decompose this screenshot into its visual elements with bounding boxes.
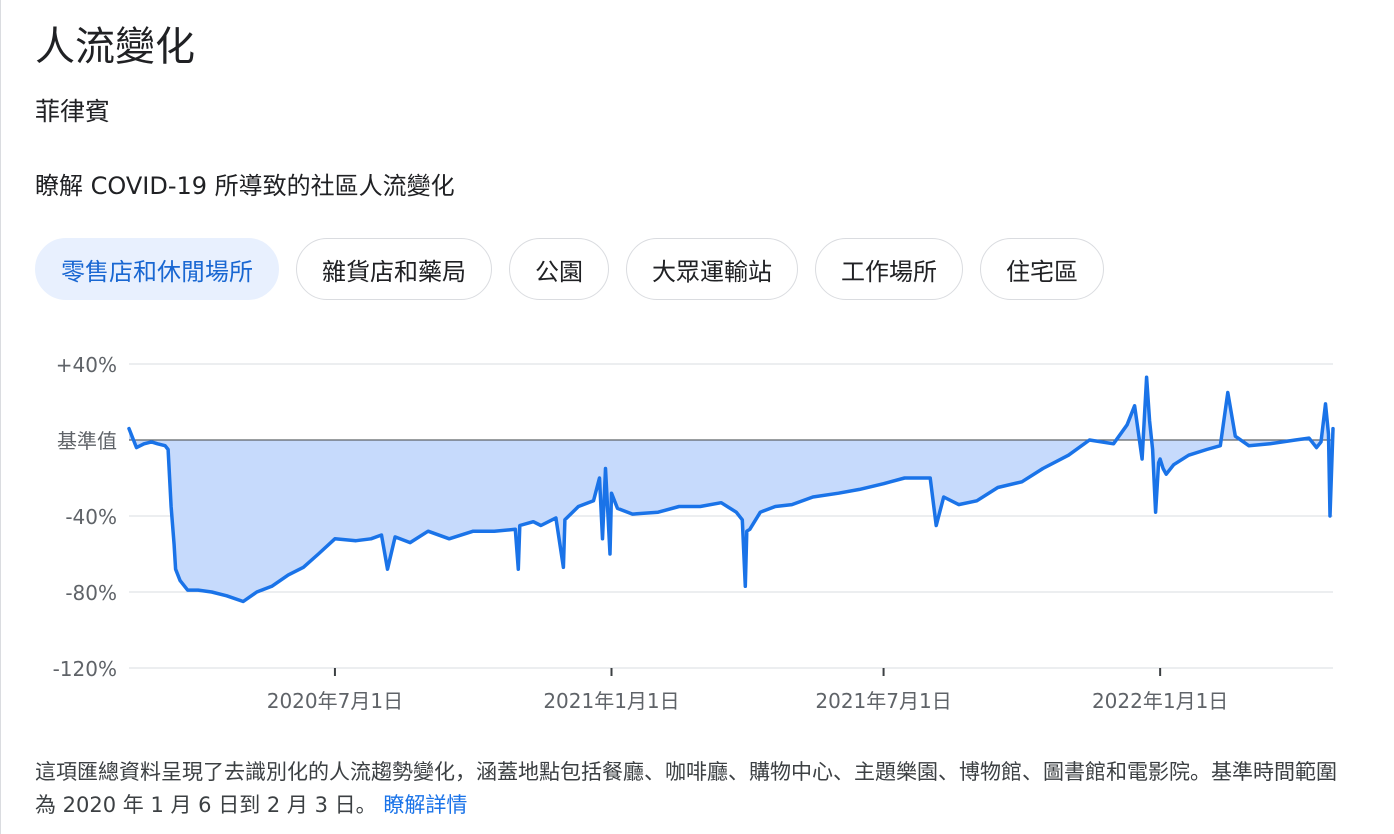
learn-more-link[interactable]: 瞭解詳情: [383, 793, 467, 817]
x-tick-label: 2021年1月1日: [543, 689, 679, 713]
mobility-chart: +40%基準值-40%-80%-120% 2020年7月1日 2021年1月1日 2…: [53, 353, 1335, 713]
chip-transit-stations[interactable]: 大眾運輸站: [626, 238, 798, 300]
page-title: 人流變化: [35, 24, 195, 70]
x-tick-label: 2021年7月1日: [815, 689, 951, 713]
area-layer: [129, 377, 1333, 602]
y-tick-label: +40%: [56, 353, 117, 377]
y-tick-label: -80%: [65, 581, 117, 605]
x-tick-label: 2020年7月1日: [267, 689, 403, 713]
y-tick-label: -40%: [65, 505, 117, 529]
category-chips: 零售店和休閒場所 雜貨店和藥局 公園 大眾運輸站 工作場所 住宅區: [35, 238, 1104, 300]
series-area: [129, 377, 1333, 602]
region-label: 菲律賓: [35, 97, 111, 126]
chip-retail-recreation[interactable]: 零售店和休閒場所: [35, 238, 279, 300]
y-axis-ticks: +40% 基準值 -40% -80% -120%: [53, 353, 117, 681]
footnote-text: 這項匯總資料呈現了去識別化的人流趨勢變化，涵蓋地點包括餐廳、咖啡廳、購物中心、主…: [35, 760, 1337, 817]
y-tick-label: -120%: [53, 657, 117, 681]
chip-residential[interactable]: 住宅區: [980, 238, 1104, 300]
chip-workplaces[interactable]: 工作場所: [815, 238, 963, 300]
mobility-card: 人流變化 菲律賓 瞭解 COVID-19 所導致的社區人流變化 零售店和休閒場所…: [0, 0, 1394, 834]
x-tick-label: 2022年1月1日: [1092, 689, 1228, 713]
y-tick-label: 基準值: [57, 429, 117, 453]
chip-grocery-pharmacy[interactable]: 雜貨店和藥局: [296, 238, 492, 300]
subtitle: 瞭解 COVID-19 所導致的社區人流變化: [35, 172, 455, 200]
x-axis-ticks: 2020年7月1日 2021年1月1日 2021年7月1日 2022年1月1日: [267, 668, 1228, 713]
footnote: 這項匯總資料呈現了去識別化的人流趨勢變化，涵蓋地點包括餐廳、咖啡廳、購物中心、主…: [35, 756, 1340, 822]
chip-parks[interactable]: 公園: [509, 238, 609, 300]
